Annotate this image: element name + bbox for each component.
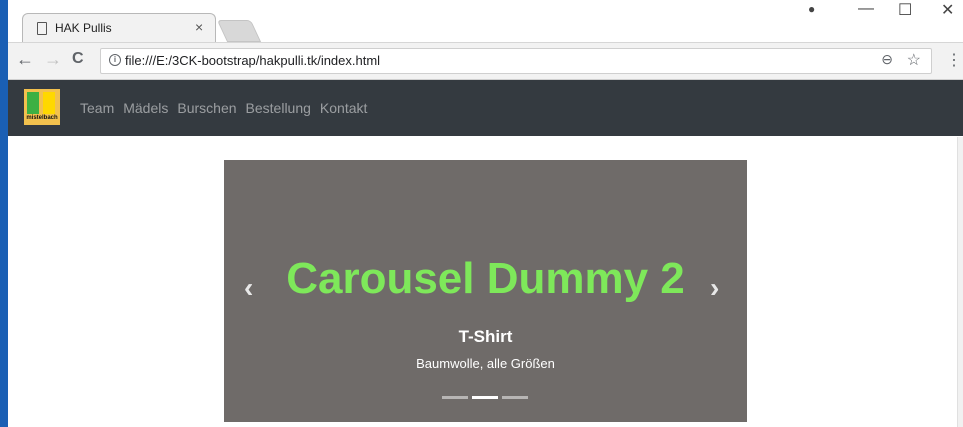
carousel-next-button[interactable]: ›	[710, 272, 719, 304]
nav-link-burschen[interactable]: Burschen	[177, 100, 236, 116]
info-icon[interactable]: i	[109, 54, 121, 66]
tab-strip: HAK Pullis × ● — ☐ ✕	[8, 0, 963, 43]
carousel-prev-button[interactable]: ‹	[244, 272, 253, 304]
minimize-button[interactable]: —	[858, 0, 874, 18]
reload-button[interactable]: C	[72, 50, 84, 68]
document-icon	[37, 22, 47, 35]
slide-title: Carousel Dummy 2	[286, 254, 685, 303]
scrollbar[interactable]	[957, 137, 963, 427]
carousel-indicators	[442, 396, 528, 399]
maximize-button[interactable]: ☐	[898, 0, 912, 20]
bookmark-star-icon[interactable]: ☆	[907, 50, 921, 70]
tab-close-button[interactable]: ×	[195, 19, 203, 35]
forward-button[interactable]: →	[44, 49, 62, 70]
nav-links: Team Mädels Burschen Bestellung Kontakt	[80, 100, 367, 116]
close-window-button[interactable]: ✕	[941, 0, 954, 20]
address-bar[interactable]: i file:///E:/3CK-bootstrap/hakpulli.tk/i…	[100, 48, 932, 74]
zoom-icon[interactable]: ⊖	[881, 51, 893, 68]
carousel-indicator[interactable]	[472, 396, 498, 399]
site-logo[interactable]: mistelbach	[24, 89, 60, 125]
site-navbar: mistelbach Team Mädels Burschen Bestellu…	[8, 80, 963, 136]
carousel-indicator[interactable]	[502, 396, 528, 399]
carousel-caption-title: T-Shirt	[458, 327, 513, 346]
logo-yellow-block	[43, 92, 55, 114]
carousel-indicator[interactable]	[442, 396, 468, 399]
browser-menu-icon[interactable]: ⋮	[946, 50, 962, 70]
window-edge	[0, 0, 8, 427]
nav-link-kontakt[interactable]: Kontakt	[320, 100, 367, 116]
new-tab-button[interactable]	[216, 20, 262, 42]
carousel: Carousel Dummy 2 ‹ › T-Shirt Baumwolle, …	[224, 160, 747, 422]
nav-link-team[interactable]: Team	[80, 100, 114, 116]
logo-green-block	[27, 92, 39, 114]
back-button[interactable]: ←	[16, 49, 34, 70]
carousel-caption-text: Baumwolle, alle Größen	[416, 356, 555, 371]
tab-title: HAK Pullis	[55, 21, 112, 35]
nav-link-bestellung[interactable]: Bestellung	[246, 100, 311, 116]
account-icon[interactable]: ●	[808, 2, 815, 16]
url-text[interactable]: file:///E:/3CK-bootstrap/hakpulli.tk/ind…	[125, 53, 380, 68]
logo-text: mistelbach	[26, 115, 58, 121]
browser-tab[interactable]: HAK Pullis ×	[22, 13, 216, 42]
nav-link-maedels[interactable]: Mädels	[123, 100, 168, 116]
browser-toolbar: ← → C i file:///E:/3CK-bootstrap/hakpull…	[8, 43, 963, 80]
